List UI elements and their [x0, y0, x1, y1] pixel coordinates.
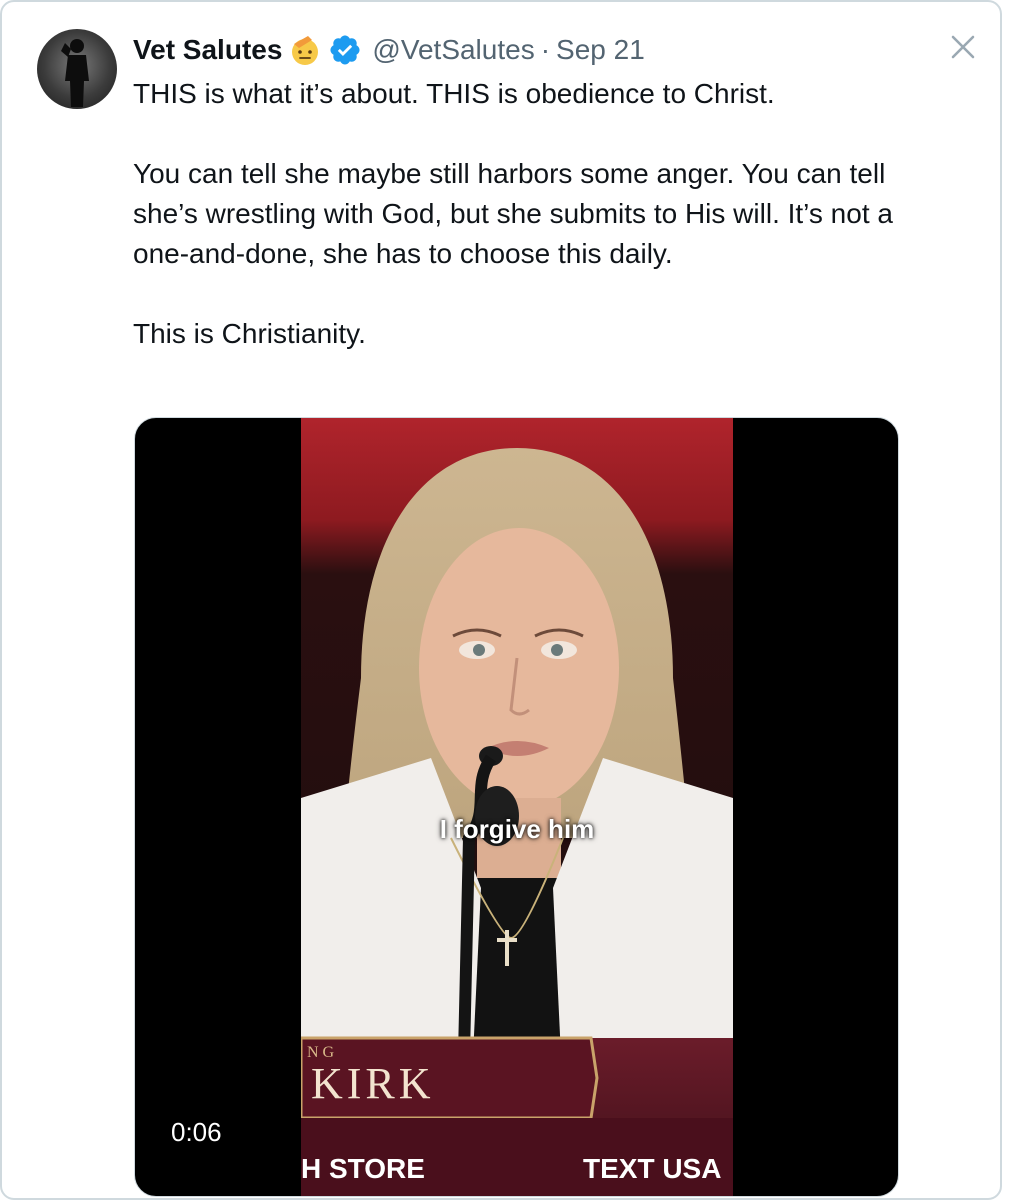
tweet-paragraph: THIS is what it’s about. THIS is obedien…: [133, 78, 775, 109]
tweet-paragraph: This is Christianity.: [133, 318, 366, 349]
author-name[interactable]: Vet Salutes: [133, 34, 282, 66]
banner-name-text: KIRK: [311, 1059, 435, 1108]
video-elapsed-time: 0:06: [157, 1112, 236, 1152]
saluting-face-icon: [288, 33, 322, 67]
tweet-paragraph: You can tell she maybe still harbors som…: [133, 158, 893, 269]
tweet-date[interactable]: Sep 21: [556, 34, 645, 66]
close-icon[interactable]: [948, 32, 978, 62]
avatar-soldier-silhouette: [61, 39, 89, 107]
header-separator: ·: [540, 34, 551, 65]
avatar[interactable]: [37, 29, 117, 109]
video-frame: KIRK NG I forgive him H STORE TEXT USA: [301, 418, 733, 1196]
lectern-text-right: TEXT USA: [583, 1153, 722, 1184]
banner-subtext: NG: [307, 1044, 339, 1061]
verified-badge-icon[interactable]: [328, 33, 362, 67]
lectern-text-left: H STORE: [301, 1153, 425, 1184]
video-player[interactable]: KIRK NG I forgive him H STORE TEXT USA 0…: [134, 417, 899, 1197]
tweet-text: THIS is what it’s about. THIS is obedien…: [133, 74, 913, 354]
author-handle[interactable]: @VetSalutes: [372, 34, 534, 66]
video-caption: I forgive him: [439, 814, 595, 844]
tweet-card[interactable]: Vet Salutes @VetSalutes · Sep 21 THIS is…: [0, 0, 1002, 1200]
tweet-header: Vet Salutes @VetSalutes · Sep 21: [133, 30, 645, 70]
